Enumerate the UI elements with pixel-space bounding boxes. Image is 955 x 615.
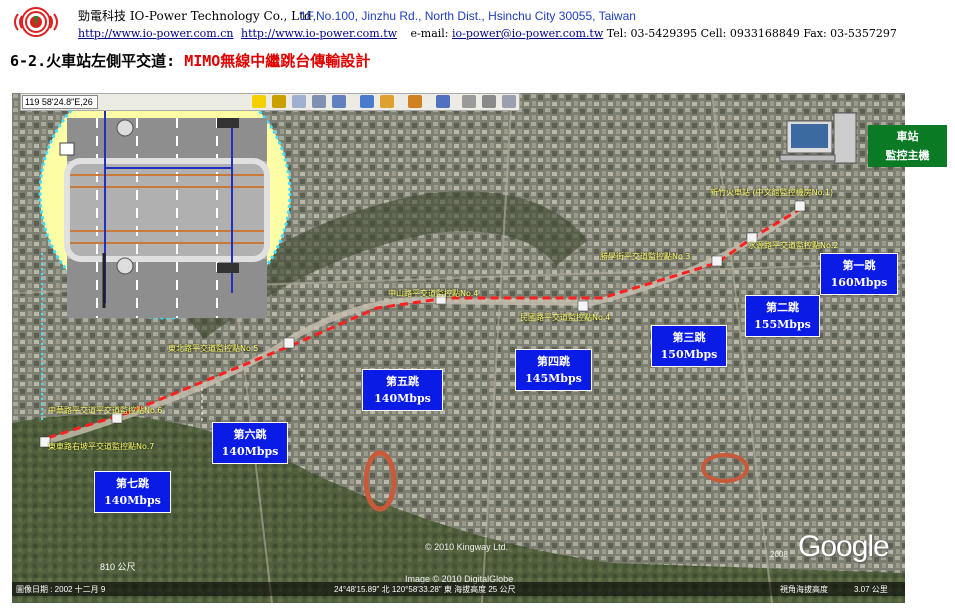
coordinate-readout: 119 58'24.8"E,26 xyxy=(22,95,98,109)
polygon-icon[interactable] xyxy=(272,95,286,108)
hop-2: 第二跳 155Mbps xyxy=(745,295,820,337)
node-label-7: 中華路平交道平交道監控點No.6 xyxy=(48,406,163,415)
email-link[interactable]: io-power@io-power.com.tw xyxy=(452,27,603,40)
eye-altitude-value: 3.07 公里 xyxy=(854,585,888,594)
hop-7: 第七跳 140Mbps xyxy=(94,471,171,513)
hop-1-rate: 160Mbps xyxy=(830,276,888,289)
hop-4-rate: 145Mbps xyxy=(525,372,582,385)
hop-1-name: 第一跳 xyxy=(842,259,876,272)
map-status-bar: 圖像日期 : 2002 十二月 9 24°48'15.89" 北 120°58'… xyxy=(12,582,905,596)
hop-4: 第四跳 145Mbps xyxy=(515,349,592,391)
website-cn-link[interactable]: http://www.io-power.com.cn xyxy=(78,27,233,40)
hop-7-rate: 140Mbps xyxy=(104,494,161,507)
node-label-2: 水源路平交道監控點No.2 xyxy=(748,241,839,250)
contact-row: http://www.io-power.com.cn http://www.io… xyxy=(78,27,897,41)
hop-1: 第一跳 160Mbps xyxy=(820,253,898,295)
hop-2-rate: 155Mbps xyxy=(754,318,811,331)
path-icon[interactable] xyxy=(292,95,306,108)
hop-7-name: 第七跳 xyxy=(116,477,149,490)
station-line1: 車站 xyxy=(896,130,919,143)
satellite-map[interactable] xyxy=(12,93,905,603)
station-line2: 監控主機 xyxy=(885,149,930,162)
hop-6: 第六跳 140Mbps xyxy=(212,422,288,464)
hop-5-rate: 140Mbps xyxy=(374,392,431,405)
map-imagery xyxy=(12,93,905,603)
kingway-copyright: © 2010 Kingway Ltd. xyxy=(425,542,509,552)
company-address: 1F,No.100, Jinzhu Rd., North Dist., Hsin… xyxy=(300,9,636,23)
hop-3: 第三跳 150Mbps xyxy=(651,325,727,367)
hop-4-name: 第四跳 xyxy=(537,355,570,368)
company-logo xyxy=(14,7,58,37)
imagery-date: 圖像日期 : 2002 十二月 9 xyxy=(16,585,106,594)
hop-6-name: 第六跳 xyxy=(233,428,267,441)
google-logo: Google xyxy=(798,530,890,563)
node-label-station: 新竹火車站 (中文館監控機房No.1) xyxy=(710,188,834,197)
node-label-3: 勝學街平交道監控點No.3 xyxy=(600,252,691,261)
node-label-5: 中山路平交道監控點No.4 xyxy=(388,289,479,298)
station-monitor-label: 車站 監控主機 xyxy=(868,125,947,167)
tour-icon[interactable] xyxy=(332,95,346,108)
overlay-icon[interactable] xyxy=(312,95,326,108)
hop-3-name: 第三跳 xyxy=(672,331,706,344)
scale-label: 810 公尺 xyxy=(100,562,136,572)
company-name: 勁電科技 IO-Power Technology Co., Ltd xyxy=(78,9,312,23)
ruler-icon[interactable] xyxy=(436,95,450,108)
email-label: e-mail: xyxy=(410,27,449,40)
website-tw-link[interactable]: http://www.io-power.com.tw xyxy=(241,27,397,40)
title-highlight: MIMO無線中繼跳台傳輸設計 xyxy=(184,52,371,70)
hop-3-rate: 150Mbps xyxy=(660,348,718,361)
history-icon[interactable] xyxy=(360,95,374,108)
print-icon[interactable] xyxy=(482,95,496,108)
node-label-6: 東北路平交道監控點No.5 xyxy=(168,344,259,353)
node-label-4: 民國路平交道監控點No.4 xyxy=(520,313,611,322)
eye-altitude-label: 視角海拔高度 xyxy=(780,585,828,594)
save-image-icon[interactable] xyxy=(502,95,516,108)
email-icon[interactable] xyxy=(462,95,476,108)
planet-icon[interactable] xyxy=(408,95,422,108)
hop-6-rate: 140Mbps xyxy=(221,445,279,458)
node-label-8: 東車路右坡平交道監控點No.7 xyxy=(48,442,155,451)
page-title: 6-2.火車站左側平交道: MIMO無線中繼跳台傳輸設計 xyxy=(10,50,370,71)
sun-icon[interactable] xyxy=(380,95,394,108)
imagery-year: 2008 xyxy=(770,550,788,559)
title-prefix: 6-2.火車站左側平交道: xyxy=(10,52,185,70)
hop-2-name: 第二跳 xyxy=(766,301,799,314)
hop-5-name: 第五跳 xyxy=(386,375,419,388)
placemark-icon[interactable] xyxy=(252,95,266,108)
hop-5: 第五跳 140Mbps xyxy=(362,369,443,411)
phone-numbers: Tel: 03-5429395 Cell: 0933168849 Fax: 03… xyxy=(606,27,897,40)
cursor-coordinates: 24°48'15.89" 北 120°58'33.28" 東 海拔高度 25 公… xyxy=(334,585,516,594)
